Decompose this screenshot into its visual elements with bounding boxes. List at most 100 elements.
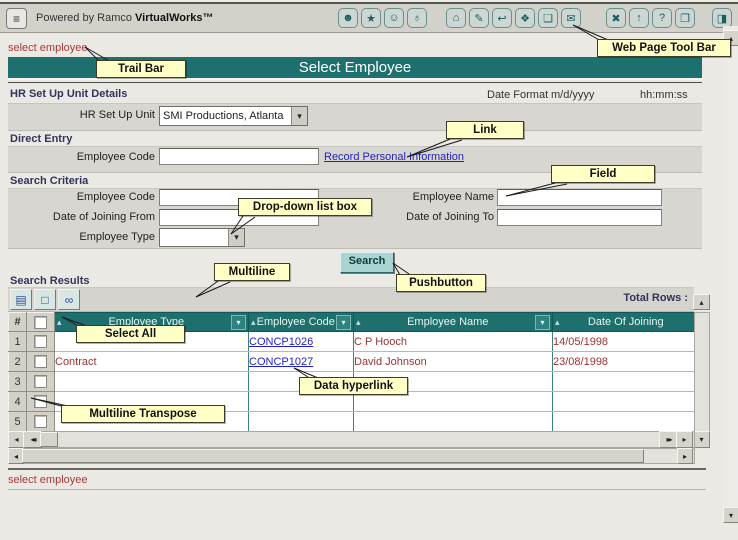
column-filter-icon[interactable]	[231, 315, 246, 330]
section-search-criteria: Search Criteria	[10, 175, 88, 187]
row-number-cell[interactable]: 1	[9, 332, 27, 352]
select-all-cell[interactable]	[27, 313, 55, 332]
row-checkbox[interactable]	[34, 375, 47, 388]
row-select-cell[interactable]	[27, 412, 55, 432]
row-select-cell[interactable]	[27, 372, 55, 392]
upload-icon[interactable]: ↑	[629, 8, 649, 28]
callout-link: Link	[446, 121, 524, 139]
application-window: ≡ Powered by Ramco VirtualWorks™ ☻ ★ ☺ ♁…	[0, 0, 738, 540]
callout-multiline-transpose: Multiline Transpose	[61, 405, 225, 423]
page-vscroll-track[interactable]	[723, 26, 738, 522]
column-filter-icon[interactable]	[336, 315, 351, 330]
row-checkbox[interactable]	[34, 335, 47, 348]
row-select-cell[interactable]	[27, 352, 55, 372]
print-icon[interactable]: ▤	[10, 289, 32, 310]
doj-to-input[interactable]	[497, 209, 662, 226]
employee-type-cell: Contract	[55, 352, 249, 372]
powered-by-text: Powered by Ramco VirtualWorks™	[36, 12, 214, 24]
search-name-input[interactable]	[497, 189, 662, 206]
row-select-cell[interactable]	[27, 392, 55, 412]
row-checkbox[interactable]	[34, 395, 47, 408]
column-label: Date Of Joining	[560, 316, 692, 328]
scroll-right-button[interactable]	[676, 431, 693, 448]
find-icon[interactable]: ∞	[58, 289, 80, 310]
org-chart-icon[interactable]: ❖	[515, 8, 535, 28]
row-checkbox[interactable]	[34, 415, 47, 428]
user-icon[interactable]: ☻	[338, 8, 358, 28]
hscroll-thumb[interactable]	[22, 449, 644, 463]
section-direct-entry: Direct Entry	[10, 133, 72, 145]
chevron-down-icon[interactable]	[291, 107, 307, 125]
employee-name-column-header[interactable]: Employee Name	[354, 313, 553, 332]
date-format-value: m/d/yyyy	[551, 89, 594, 101]
notes-icon[interactable]: ✎	[469, 8, 489, 28]
exit-icon[interactable]: ◨	[712, 8, 732, 28]
employee-name-cell: David Johnson	[354, 352, 553, 372]
callout-multiline: Multiline	[214, 263, 290, 281]
search-name-label: Employee Name	[374, 191, 494, 203]
date-of-joining-cell	[553, 392, 695, 412]
footer-trail-text[interactable]: select employee	[8, 474, 88, 486]
report-icon[interactable]: ❐	[675, 8, 695, 28]
footer-divider	[8, 468, 706, 470]
direct-entry-code-input[interactable]	[159, 148, 319, 165]
search-button[interactable]: Search	[340, 252, 394, 273]
new-document-icon[interactable]: □	[34, 289, 56, 310]
back-icon[interactable]: ↩	[492, 8, 512, 28]
hr-setup-unit-value: SMI Productions, Atlanta	[160, 110, 291, 122]
callout-data-hyperlink: Data hyperlink	[299, 377, 408, 395]
scroll-right-button[interactable]	[677, 448, 693, 464]
date-format-label: Date Format	[487, 89, 548, 101]
document-icon[interactable]: ❏	[538, 8, 558, 28]
employee-code-column-header[interactable]: Employee Code	[249, 313, 354, 332]
row-number-cell[interactable]: 2	[9, 352, 27, 372]
date-of-joining-column-header[interactable]: Date Of Joining	[553, 313, 695, 332]
favorites-star-icon[interactable]: ★	[361, 8, 381, 28]
hr-setup-unit-dropdown[interactable]: SMI Productions, Atlanta	[159, 106, 308, 126]
employee-code-cell	[249, 412, 354, 432]
toolbar-group-2: ⌂ ✎ ↩ ❖ ❏ ✉	[446, 8, 581, 28]
callout-web-page-tool-bar: Web Page Tool Bar	[597, 39, 731, 57]
toolbar-group-1: ☻ ★ ☺ ♁	[338, 8, 427, 28]
multiline-hscroll-track[interactable]	[8, 431, 695, 448]
help-icon[interactable]: ?	[652, 8, 672, 28]
hscroll-thumb[interactable]	[40, 432, 58, 447]
date-of-joining-cell	[553, 372, 695, 392]
callout-pushbutton: Pushbutton	[396, 274, 486, 292]
column-filter-icon[interactable]	[535, 315, 550, 330]
row-select-cell[interactable]	[27, 332, 55, 352]
toolbar-group-4: ◨	[712, 8, 732, 28]
chevron-down-icon[interactable]	[228, 229, 244, 246]
brand-name: VirtualWorks™	[135, 12, 213, 24]
date-of-joining-cell	[553, 412, 695, 432]
multiline-vscroll-track[interactable]	[694, 312, 710, 433]
select-all-checkbox[interactable]	[34, 316, 47, 329]
row-number-header[interactable]: #	[9, 313, 27, 332]
column-label: Employee Code	[256, 316, 336, 328]
employee-code-cell: CONCP1026	[249, 332, 354, 352]
employee-code-link[interactable]: CONCP1027	[249, 356, 313, 368]
user-help-icon[interactable]: ☺	[384, 8, 404, 28]
trail-bar[interactable]: select employee	[8, 42, 88, 54]
row-number-cell[interactable]: 5	[9, 412, 27, 432]
title-divider	[8, 82, 702, 83]
employee-code-link[interactable]: CONCP1026	[249, 336, 313, 348]
page-scroll-down-button[interactable]	[723, 507, 738, 523]
powered-by-prefix: Powered by Ramco	[36, 12, 135, 24]
close-icon[interactable]: ✖	[606, 8, 626, 28]
multiline-scroll-up-button[interactable]	[693, 294, 710, 310]
row-checkbox[interactable]	[34, 355, 47, 368]
time-format-value: hh:mm:ss	[640, 89, 688, 101]
multiline-scroll-down-button[interactable]	[693, 431, 710, 448]
menu-icon[interactable]: ≡	[6, 8, 27, 29]
row-number-cell[interactable]: 3	[9, 372, 27, 392]
employee-type-dropdown[interactable]	[159, 228, 245, 247]
globe-icon[interactable]: ♁	[407, 8, 427, 28]
mail-icon[interactable]: ✉	[561, 8, 581, 28]
column-label: Employee Name	[361, 316, 535, 328]
multiline-transpose-cell[interactable]: 4	[9, 392, 27, 412]
employee-type-label: Employee Type	[35, 231, 155, 243]
record-personal-information-link[interactable]: Record Personal Information	[324, 151, 464, 163]
employee-code-cell: CONCP1027	[249, 352, 354, 372]
home-icon[interactable]: ⌂	[446, 8, 466, 28]
